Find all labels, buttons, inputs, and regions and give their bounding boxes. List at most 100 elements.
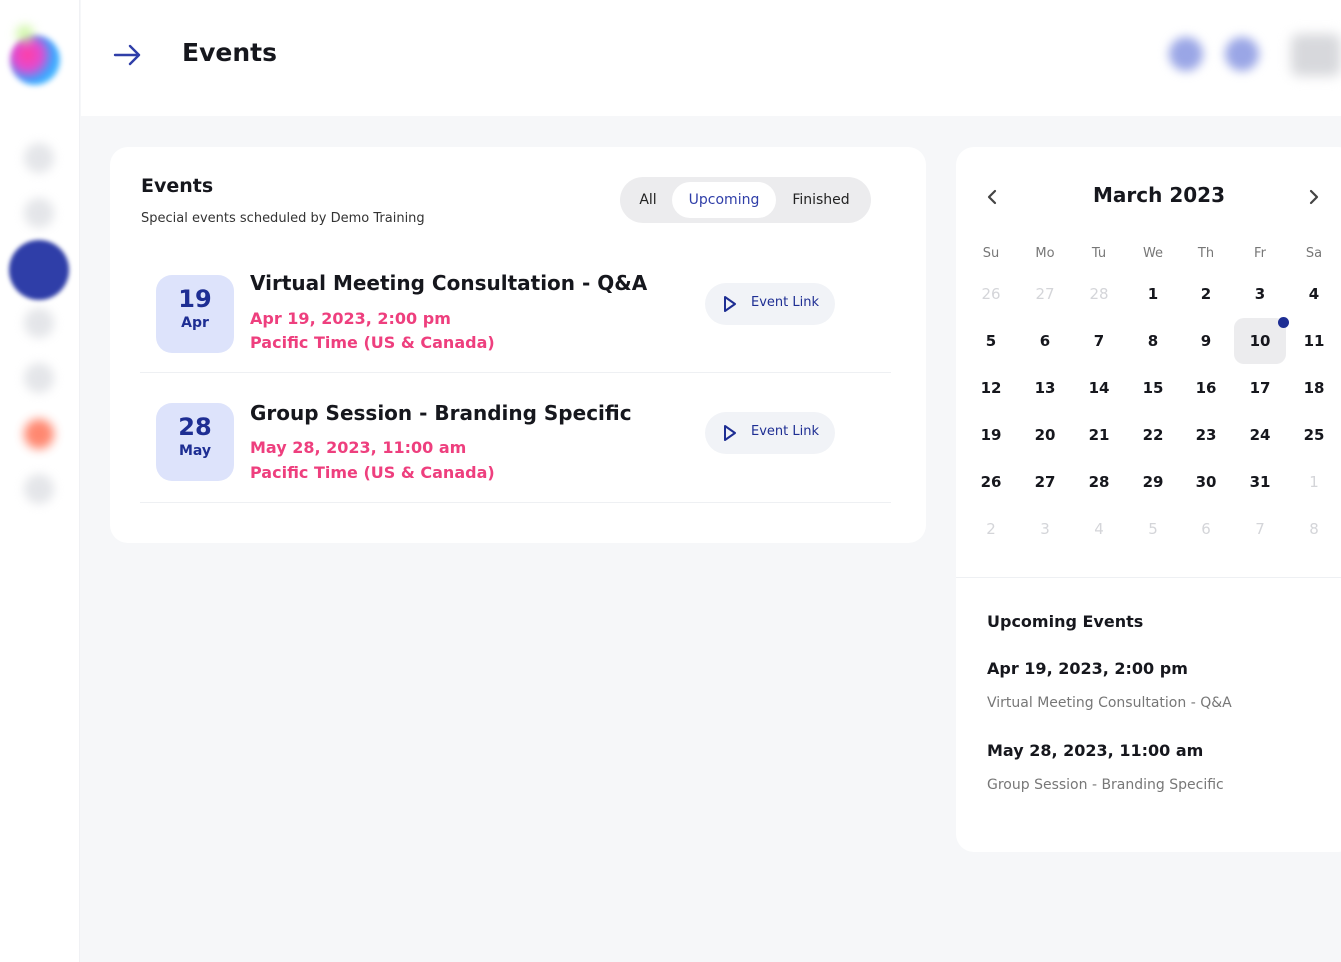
calendar-day[interactable]: 5: [965, 318, 1017, 364]
calendar-day[interactable]: 11: [1288, 318, 1340, 364]
calendar-day[interactable]: 31: [1234, 459, 1286, 505]
event-timezone: Pacific Time (US & Canada): [250, 333, 495, 352]
weekday-label: Sa: [1305, 246, 1323, 261]
calendar-day[interactable]: 7: [1073, 318, 1125, 364]
calendar-day-outside-month[interactable]: 27: [1019, 271, 1071, 317]
arrow-right-icon[interactable]: [113, 41, 143, 69]
event-link-button[interactable]: Event Link: [705, 283, 835, 325]
weekday-label: Th: [1197, 246, 1215, 261]
calendar-day[interactable]: 20: [1019, 412, 1071, 458]
weekday-label: Tu: [1091, 246, 1107, 261]
calendar-day[interactable]: 6: [1019, 318, 1071, 364]
calendar-day[interactable]: 16: [1180, 365, 1232, 411]
calendar-month-label: March 2023: [1093, 183, 1225, 207]
event-time: Apr 19, 2023, 2:00 pm: [250, 309, 451, 328]
calendar-day[interactable]: 25: [1288, 412, 1340, 458]
event-timezone: Pacific Time (US & Canada): [250, 463, 495, 482]
calendar-day-outside-month[interactable]: 5: [1127, 506, 1179, 552]
calendar-panel: March 2023 Su Mo Tu We Th Fr Sa 26 27 28 1 2 3 4 5 6 7 8…: [956, 147, 1341, 852]
weekday-label: Su: [982, 246, 1000, 261]
calendar-day[interactable]: 15: [1127, 365, 1179, 411]
calendar-day[interactable]: 27: [1019, 459, 1071, 505]
filter-upcoming[interactable]: Upcoming: [672, 182, 776, 218]
calendar-day-outside-month[interactable]: 7: [1234, 506, 1286, 552]
calendar-day[interactable]: 18: [1288, 365, 1340, 411]
calendar-day[interactable]: 19: [965, 412, 1017, 458]
calendar-day-outside-month[interactable]: 2: [965, 506, 1017, 552]
chevron-left-icon[interactable]: [982, 187, 1002, 207]
event-row: 19 Apr Virtual Meeting Consultation - Q&…: [140, 253, 891, 373]
event-day: 28: [178, 413, 212, 441]
event-day: 19: [178, 285, 212, 313]
sidebar-courses-icon[interactable]: [24, 198, 54, 228]
upcoming-event-name[interactable]: Group Session - Branding Specific: [987, 777, 1224, 793]
event-date-badge: 28 May: [156, 403, 234, 481]
filter-finished[interactable]: Finished: [780, 182, 862, 218]
event-indicator-dot: [1278, 317, 1289, 328]
user-avatar[interactable]: [1291, 34, 1341, 76]
upcoming-event-name[interactable]: Virtual Meeting Consultation - Q&A: [987, 695, 1232, 711]
upcoming-event-date: Apr 19, 2023, 2:00 pm: [987, 659, 1188, 678]
calendar-day[interactable]: 4: [1288, 271, 1340, 317]
calendar-day-outside-month[interactable]: 1: [1288, 459, 1340, 505]
sidebar-settings-icon[interactable]: [24, 474, 54, 504]
notification-bell-icon[interactable]: [1225, 37, 1259, 71]
calendar-divider: [956, 577, 1341, 578]
app-logo[interactable]: [10, 35, 60, 85]
calendar-day[interactable]: 28: [1073, 459, 1125, 505]
calendar-day[interactable]: 17: [1234, 365, 1286, 411]
sidebar-notifications-icon[interactable]: [24, 419, 54, 449]
event-date-badge: 19 Apr: [156, 275, 234, 353]
event-month: May: [178, 443, 212, 459]
sidebar-events-icon[interactable]: [9, 240, 69, 300]
sidebar-members-icon[interactable]: [24, 308, 54, 338]
calendar-day[interactable]: 12: [965, 365, 1017, 411]
event-month: Apr: [181, 315, 209, 331]
event-time: May 28, 2023, 11:00 am: [250, 438, 467, 457]
calendar-day-outside-month[interactable]: 28: [1073, 271, 1125, 317]
calendar-day[interactable]: 22: [1127, 412, 1179, 458]
calendar-day[interactable]: 24: [1234, 412, 1286, 458]
event-row: 28 May Group Session - Branding Specific…: [140, 383, 891, 503]
calendar-day-outside-month[interactable]: 6: [1180, 506, 1232, 552]
upcoming-event-date: May 28, 2023, 11:00 am: [987, 741, 1204, 760]
chevron-right-icon[interactable]: [1304, 187, 1324, 207]
calendar-day[interactable]: 29: [1127, 459, 1179, 505]
event-filter-toggle: All Upcoming Finished: [620, 177, 871, 223]
calendar-day[interactable]: 8: [1127, 318, 1179, 364]
calendar-day[interactable]: 21: [1073, 412, 1125, 458]
page-title: Events: [182, 38, 277, 67]
search-icon[interactable]: [1169, 37, 1203, 71]
events-panel-subtitle: Special events scheduled by Demo Trainin…: [141, 211, 425, 226]
calendar-day[interactable]: 13: [1019, 365, 1071, 411]
weekday-label: Fr: [1254, 246, 1266, 261]
calendar-day-outside-month[interactable]: 8: [1288, 506, 1340, 552]
calendar-day[interactable]: 26: [965, 459, 1017, 505]
events-panel: Events Special events scheduled by Demo …: [110, 147, 926, 543]
calendar-day[interactable]: 30: [1180, 459, 1232, 505]
play-icon: [724, 425, 736, 441]
upcoming-events-title: Upcoming Events: [987, 612, 1144, 631]
event-link-label: Event Link: [751, 424, 819, 439]
event-name: Group Session - Branding Specific: [250, 401, 632, 425]
calendar-day[interactable]: 1: [1127, 271, 1179, 317]
calendar-day[interactable]: 9: [1180, 318, 1232, 364]
sidebar: [0, 0, 80, 962]
top-header: Events: [81, 0, 1341, 116]
calendar-day[interactable]: 23: [1180, 412, 1232, 458]
event-link-label: Event Link: [751, 295, 819, 310]
sidebar-messages-icon[interactable]: [24, 363, 54, 393]
event-link-button[interactable]: Event Link: [705, 412, 835, 454]
event-name: Virtual Meeting Consultation - Q&A: [250, 271, 648, 295]
weekday-label: Mo: [1035, 246, 1055, 261]
calendar-day-outside-month[interactable]: 4: [1073, 506, 1125, 552]
filter-all[interactable]: All: [630, 182, 666, 218]
calendar-day-outside-month[interactable]: 3: [1019, 506, 1071, 552]
calendar-day-outside-month[interactable]: 26: [965, 271, 1017, 317]
calendar-day[interactable]: 3: [1234, 271, 1286, 317]
events-panel-title: Events: [141, 175, 214, 197]
sidebar-home-icon[interactable]: [24, 143, 54, 173]
weekday-label: We: [1142, 246, 1164, 261]
calendar-day[interactable]: 2: [1180, 271, 1232, 317]
calendar-day[interactable]: 14: [1073, 365, 1125, 411]
